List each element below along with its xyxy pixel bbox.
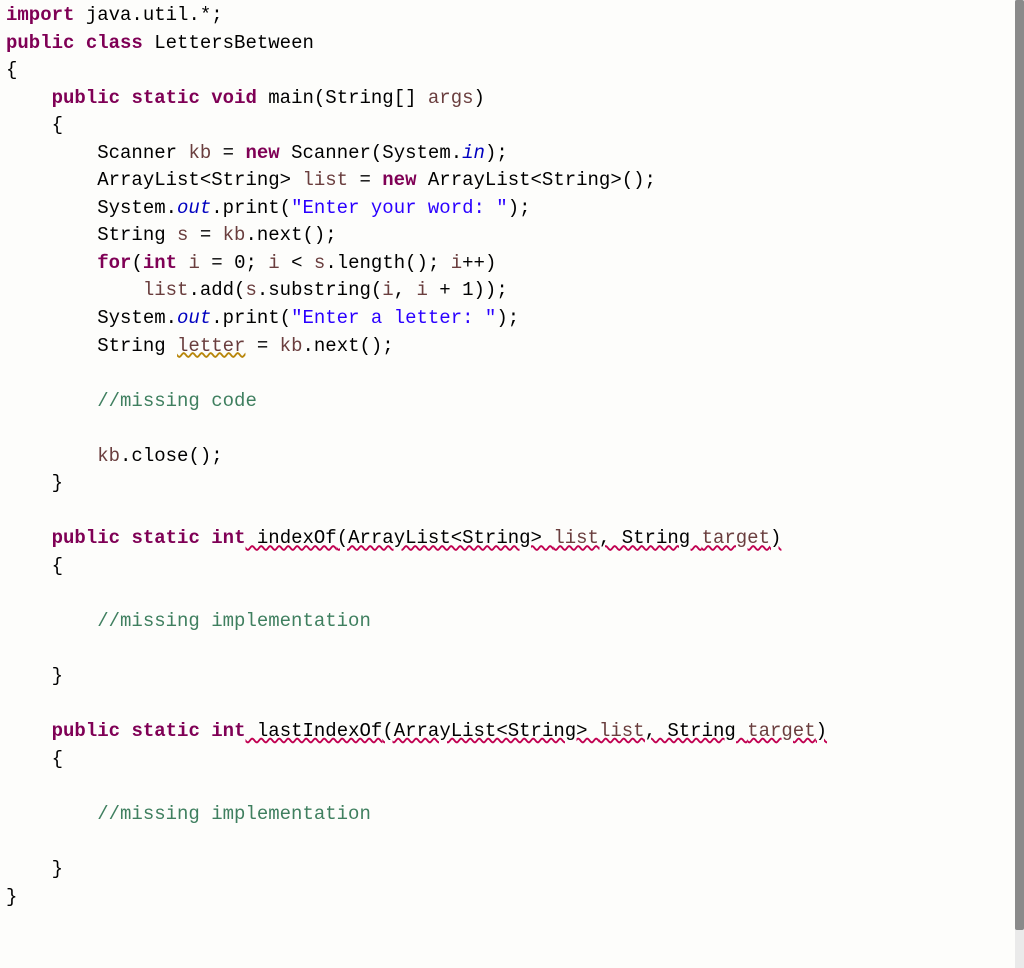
line-arraylist-decl: ArrayList<String> list = new ArrayList<S… <box>6 169 656 191</box>
line-comment-missing-impl: //missing implementation <box>6 803 371 825</box>
line-brace-open: { <box>6 59 17 81</box>
line-string-s: String s = kb.next(); <box>6 224 337 246</box>
line-print-word: System.out.print("Enter your word: "); <box>6 197 531 219</box>
line-class-decl: public class LettersBetween <box>6 32 314 54</box>
line-print-letter: System.out.print("Enter a letter: "); <box>6 307 519 329</box>
line-brace-open: { <box>6 555 63 577</box>
line-indexof-sig: public static int indexOf(ArrayList<Stri… <box>6 527 781 549</box>
line-string-letter: String letter = kb.next(); <box>6 335 394 357</box>
line-scanner-decl: Scanner kb = new Scanner(System.in); <box>6 142 508 164</box>
line-for-loop: for(int i = 0; i < s.length(); i++) <box>6 252 496 274</box>
line-brace-close: } <box>6 858 63 880</box>
scrollbar-thumb[interactable] <box>1015 0 1024 930</box>
line-kb-close: kb.close(); <box>6 445 223 467</box>
line-brace-open: { <box>6 748 63 770</box>
line-comment-missing-impl: //missing implementation <box>6 610 371 632</box>
vertical-scrollbar[interactable] <box>1015 0 1024 968</box>
line-lastindexof-sig: public static int lastIndexOf(ArrayList<… <box>6 720 827 742</box>
line-main-sig: public static void main(String[] args) <box>6 87 485 109</box>
line-comment-missing-code: //missing code <box>6 390 257 412</box>
line-brace-close: } <box>6 886 17 908</box>
line-brace-close: } <box>6 472 63 494</box>
code-block: import java.util.*; public class Letters… <box>6 2 1018 911</box>
line-import: import java.util.*; <box>6 4 223 26</box>
line-brace-close: } <box>6 665 63 687</box>
line-brace-open: { <box>6 114 63 136</box>
line-list-add: list.add(s.substring(i, i + 1)); <box>6 279 508 301</box>
